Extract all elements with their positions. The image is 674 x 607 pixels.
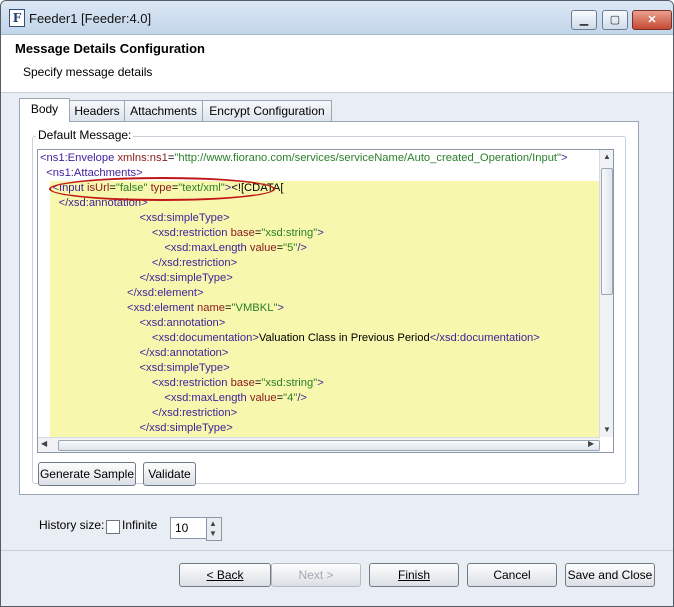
horizontal-scrollbar[interactable]: ◀ ▶ (38, 437, 600, 452)
editor-line: </xsd:simpleType> (139, 272, 233, 284)
editor-line: <xsd:annotation> (139, 317, 226, 329)
back-button-label: < Back (206, 568, 244, 582)
validate-button[interactable]: Validate (143, 462, 196, 486)
spinner-up-icon[interactable]: ▲ (209, 519, 217, 528)
infinite-label[interactable]: Infinite (122, 518, 157, 532)
vertical-scrollbar[interactable]: ▲ ▼ (599, 150, 613, 437)
tab-body[interactable]: Body (19, 98, 70, 122)
vertical-scroll-thumb[interactable] (601, 168, 613, 295)
next-button[interactable]: Next > (271, 563, 361, 587)
finish-button[interactable]: Finish (369, 563, 459, 587)
page-title: Message Details Configuration (15, 41, 205, 56)
page-subtitle: Specify message details (23, 65, 153, 79)
cancel-button[interactable]: Cancel (467, 563, 557, 587)
editor-line: <ns1:Envelope xmlns:ns1="http://www.fior… (40, 152, 568, 164)
editor-line: <xsd:maxLength value="4"/> (164, 392, 307, 404)
body-tab-panel: Default Message: <ns1:Envelope xmlns:ns1… (19, 121, 639, 495)
window-title: Feeder1 [Feeder:4.0] (29, 11, 152, 26)
editor-line: <xsd:maxLength value="5"/> (164, 242, 307, 254)
editor-line: <xsd:simpleType> (139, 362, 230, 374)
editor-line: <xsd:element name="VMBKL"> (127, 302, 284, 314)
editor-line: </xsd:restriction> (151, 407, 238, 419)
input-tag-annotation (49, 177, 275, 201)
editor-line: </xsd:annotation> (139, 347, 229, 359)
spinner-down-icon[interactable]: ▼ (209, 529, 217, 538)
xml-editor[interactable]: <ns1:Envelope xmlns:ns1="http://www.fior… (37, 149, 614, 453)
wizard-header: Message Details Configuration Specify me… (1, 35, 673, 93)
scroll-left-icon[interactable]: ◀ (41, 439, 47, 448)
tab-headers[interactable]: Headers (69, 100, 125, 121)
scroll-up-icon[interactable]: ▲ (603, 152, 611, 161)
finish-button-label: Finish (397, 568, 430, 582)
editor-line: </xsd:restriction> (151, 257, 238, 269)
footer-divider (1, 550, 673, 551)
horizontal-scroll-thumb[interactable] (58, 440, 600, 451)
scroll-right-icon[interactable]: ▶ (588, 439, 594, 448)
editor-line: </xsd:simpleType> (139, 422, 233, 434)
editor-line: <xsd:simpleType> (139, 212, 230, 224)
app-icon: F (9, 9, 25, 27)
title-bar[interactable]: F Feeder1 [Feeder:4.0] ▁ ▢ ✕ (1, 1, 673, 35)
history-size-spinner[interactable]: ▲ ▼ (206, 517, 222, 541)
save-and-close-button[interactable]: Save and Close (565, 563, 655, 587)
editor-line: <xsd:restriction base="xsd:string"> (151, 377, 324, 389)
editor-line: <xsd:restriction base="xsd:string"> (151, 227, 324, 239)
scroll-down-icon[interactable]: ▼ (603, 425, 611, 434)
generate-sample-button[interactable]: Generate Sample (38, 462, 136, 486)
history-size-label: History size: (39, 518, 105, 532)
editor-line: </xsd:element> (127, 287, 204, 299)
back-button[interactable]: < Back (179, 563, 271, 587)
maximize-button[interactable]: ▢ (602, 10, 628, 30)
history-size-input[interactable]: 10 (170, 517, 210, 539)
minimize-button[interactable]: ▁ (571, 10, 597, 30)
default-message-label: Default Message: (36, 128, 134, 142)
close-button[interactable]: ✕ (632, 10, 672, 30)
editor-line: <xsd:documentation>Valuation Class in Pr… (151, 332, 540, 344)
tab-attachments[interactable]: Attachments (124, 100, 203, 121)
dialog-window: F Feeder1 [Feeder:4.0] ▁ ▢ ✕ Message Det… (0, 0, 674, 607)
infinite-checkbox[interactable] (106, 520, 120, 534)
tab-encrypt-configuration[interactable]: Encrypt Configuration (202, 100, 332, 121)
